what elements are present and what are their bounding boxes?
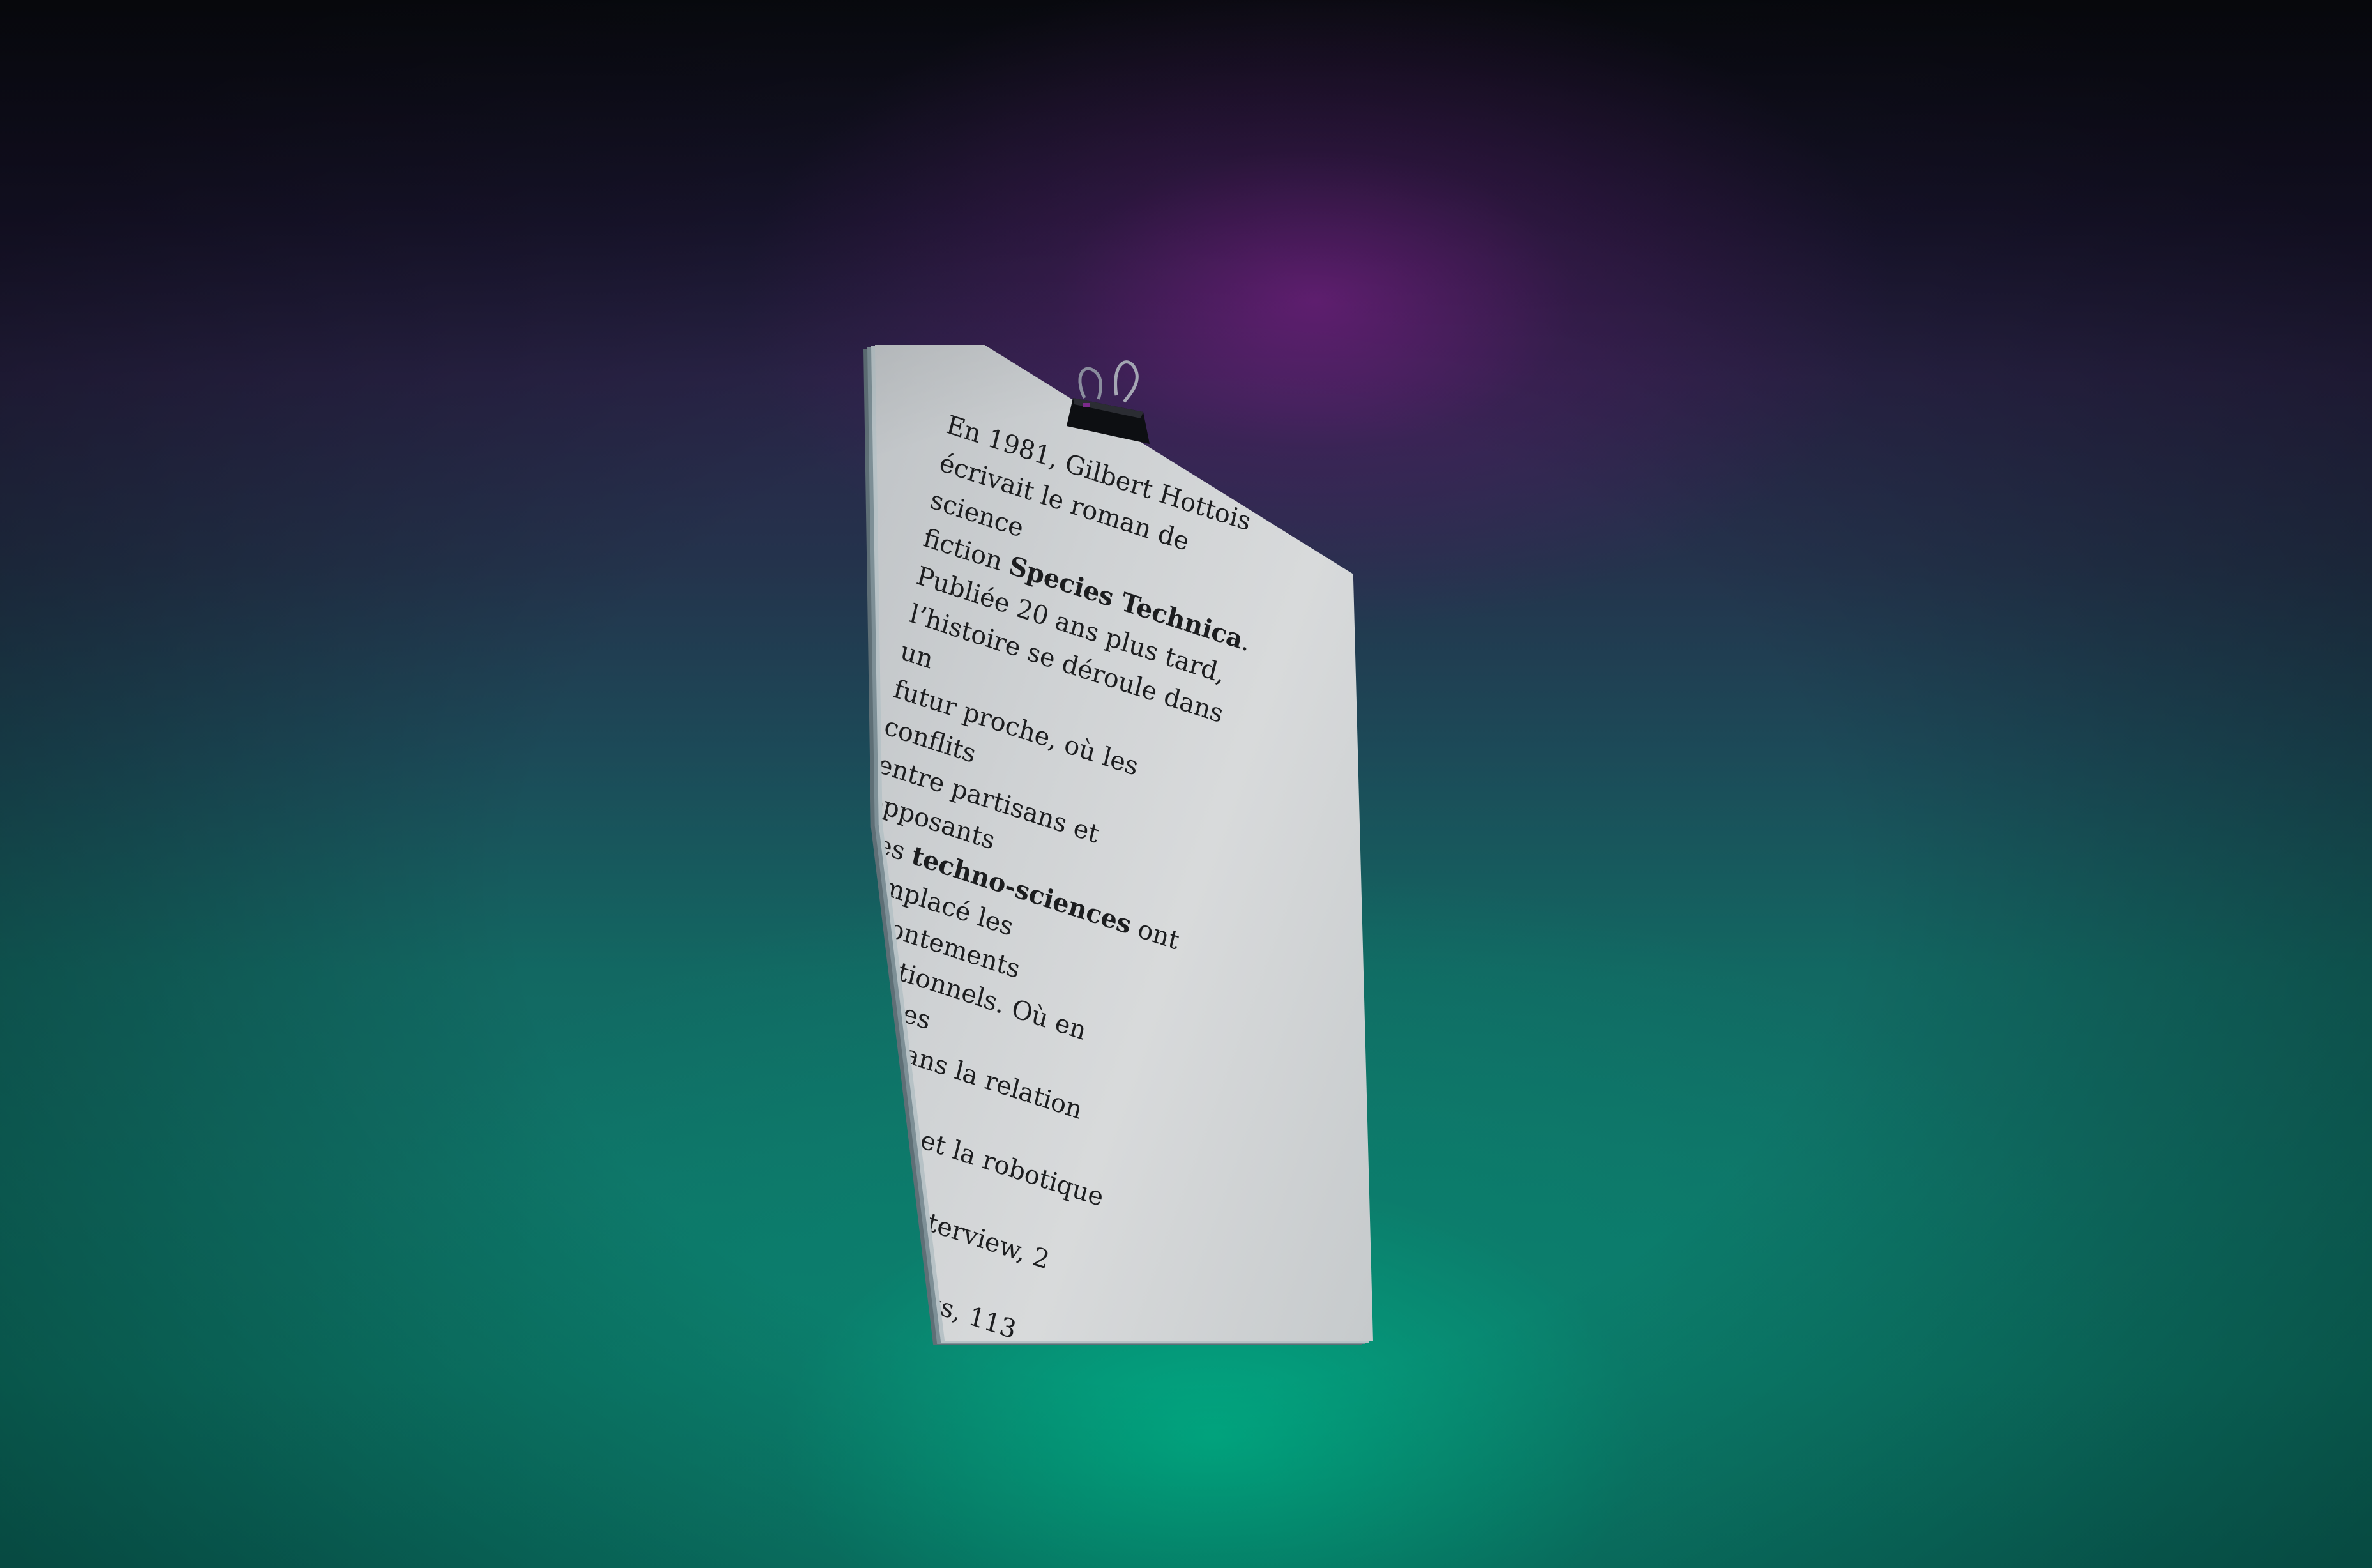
- text-line-bold: 1 radio: [755, 1313, 859, 1374]
- binder-clip-icon: [1067, 360, 1150, 444]
- paper-stack: En 1981, Gilbert Hottois écrivait le roma…: [863, 345, 1373, 1345]
- paper-sheet-front: En 1981, Gilbert Hottois écrivait le roma…: [875, 345, 1373, 1341]
- text-line-regular: .: [851, 1344, 867, 1376]
- scene-background: En 1981, Gilbert Hottois écrivait le roma…: [0, 0, 2372, 1568]
- paper-text: En 1981, Gilbert Hottois écrivait le roma…: [755, 406, 1293, 1376]
